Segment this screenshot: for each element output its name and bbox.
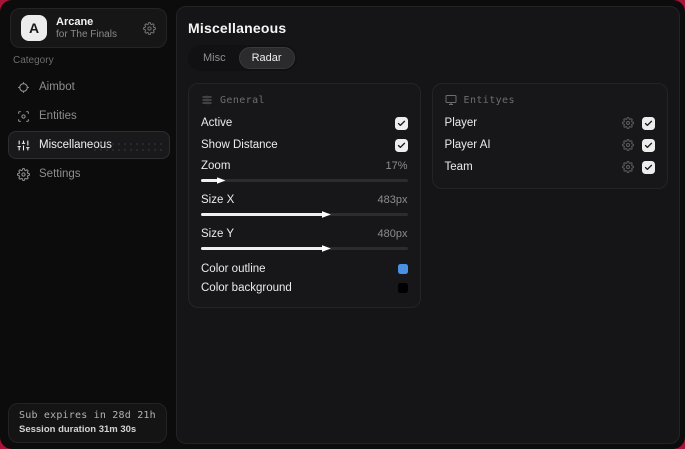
general-panel: General Active Show Distance Zoom 17% Si… <box>188 83 421 308</box>
entities-panel: Entityes Player Player AI Team <box>431 83 668 189</box>
toggle-row-show-distance: Show Distance <box>201 134 408 156</box>
tab-misc[interactable]: Misc <box>190 47 239 69</box>
slider-thumb[interactable] <box>321 211 331 218</box>
size-y-slider-group: Size Y 480px <box>201 225 408 252</box>
player-ai-checkbox[interactable] <box>642 138 655 152</box>
sidebar-item-entities[interactable]: Entities <box>8 102 170 130</box>
slider-fill <box>201 213 323 216</box>
tab-radar[interactable]: Radar <box>238 47 295 69</box>
check-icon <box>644 120 653 126</box>
size-y-slider[interactable] <box>201 245 408 252</box>
app-window: A Arcane for The Finals Category Aimbot <box>0 0 685 449</box>
sidebar-nav: Aimbot Entities Miscellaneous Settings <box>8 73 170 188</box>
toggle-label: Active <box>201 117 233 129</box>
sidebar-item-miscellaneous[interactable]: Miscellaneous <box>8 131 170 159</box>
sliders-icon <box>17 139 30 152</box>
gear-icon <box>17 167 30 181</box>
show-distance-checkbox[interactable] <box>394 138 408 152</box>
player-ai-config-gear-icon[interactable] <box>622 139 634 151</box>
entity-row-team: Team <box>445 156 655 178</box>
entity-label: Player <box>444 117 478 129</box>
size-x-value: 483px <box>377 194 408 206</box>
crosshair-icon <box>17 81 30 94</box>
player-checkbox[interactable] <box>642 116 655 130</box>
slider-label: Size Y <box>201 228 235 240</box>
color-background-swatch[interactable] <box>397 282 408 293</box>
sidebar: A Arcane for The Finals Category Aimbot <box>0 0 175 449</box>
panels-row: General Active Show Distance Zoom 17% Si… <box>188 83 668 308</box>
main-panel: Miscellaneous Misc Radar General Active <box>176 6 680 444</box>
check-icon <box>397 120 405 126</box>
entity-row-player: Player <box>445 112 655 134</box>
slider-fill <box>201 179 218 182</box>
monitor-icon <box>445 95 457 105</box>
player-config-gear-icon[interactable] <box>622 117 634 129</box>
entity-label: Team <box>444 161 473 173</box>
entity-row-player-ai: Player AI <box>445 134 655 156</box>
size-x-slider-group: Size X 483px <box>201 191 408 218</box>
sidebar-item-settings[interactable]: Settings <box>8 160 170 188</box>
page-title: Miscellaneous <box>188 20 287 36</box>
team-config-gear-icon[interactable] <box>622 161 634 173</box>
entity-label: Player AI <box>444 139 491 151</box>
team-checkbox[interactable] <box>642 160 655 174</box>
slider-label: Zoom <box>201 160 231 172</box>
check-icon <box>644 164 653 170</box>
tab-bar: Misc Radar <box>188 45 297 71</box>
color-label: Color outline <box>201 262 266 275</box>
sub-expiry-text: Sub expires in 28d 21h <box>19 410 156 421</box>
app-card: A Arcane for The Finals <box>10 8 167 48</box>
category-label: Category <box>13 55 54 66</box>
color-outline-swatch[interactable] <box>397 263 408 274</box>
app-title-block: Arcane for The Finals <box>56 15 117 40</box>
subscription-card: Sub expires in 28d 21h Session duration … <box>8 403 167 443</box>
session-duration-text: Session duration 31m 30s <box>19 424 137 435</box>
color-outline-row: Color outline <box>201 259 408 278</box>
sidebar-item-label: Miscellaneous <box>39 139 112 151</box>
toggle-row-active: Active <box>201 112 408 134</box>
slider-thumb[interactable] <box>321 245 331 252</box>
color-label: Color background <box>201 281 292 294</box>
zoom-slider-group: Zoom 17% <box>201 157 408 184</box>
general-panel-title: General <box>220 94 265 106</box>
toggle-label: Show Distance <box>201 139 278 151</box>
color-background-row: Color background <box>201 278 408 297</box>
check-icon <box>644 142 653 148</box>
check-icon <box>397 142 405 148</box>
app-subtitle: for The Finals <box>56 28 117 40</box>
entities-panel-title: Entityes <box>463 94 515 106</box>
zoom-slider[interactable] <box>201 177 408 184</box>
general-panel-header: General <box>201 92 408 108</box>
app-logo: A <box>21 15 47 41</box>
entities-panel-header: Entityes <box>445 92 655 108</box>
sliders-horizontal-icon <box>202 95 212 105</box>
zoom-value: 17% <box>385 160 408 172</box>
app-settings-gear-icon[interactable] <box>143 21 156 35</box>
scan-icon <box>17 110 30 123</box>
app-name: Arcane <box>56 15 94 28</box>
size-x-slider[interactable] <box>201 211 408 218</box>
sidebar-item-label: Entities <box>39 110 77 122</box>
active-checkbox[interactable] <box>394 116 408 130</box>
sidebar-item-label: Aimbot <box>39 81 75 93</box>
slider-fill <box>201 247 323 250</box>
sidebar-item-label: Settings <box>39 168 81 180</box>
sidebar-item-aimbot[interactable]: Aimbot <box>8 73 170 101</box>
slider-thumb[interactable] <box>216 177 226 184</box>
size-y-value: 480px <box>377 228 408 240</box>
slider-label: Size X <box>201 194 235 206</box>
